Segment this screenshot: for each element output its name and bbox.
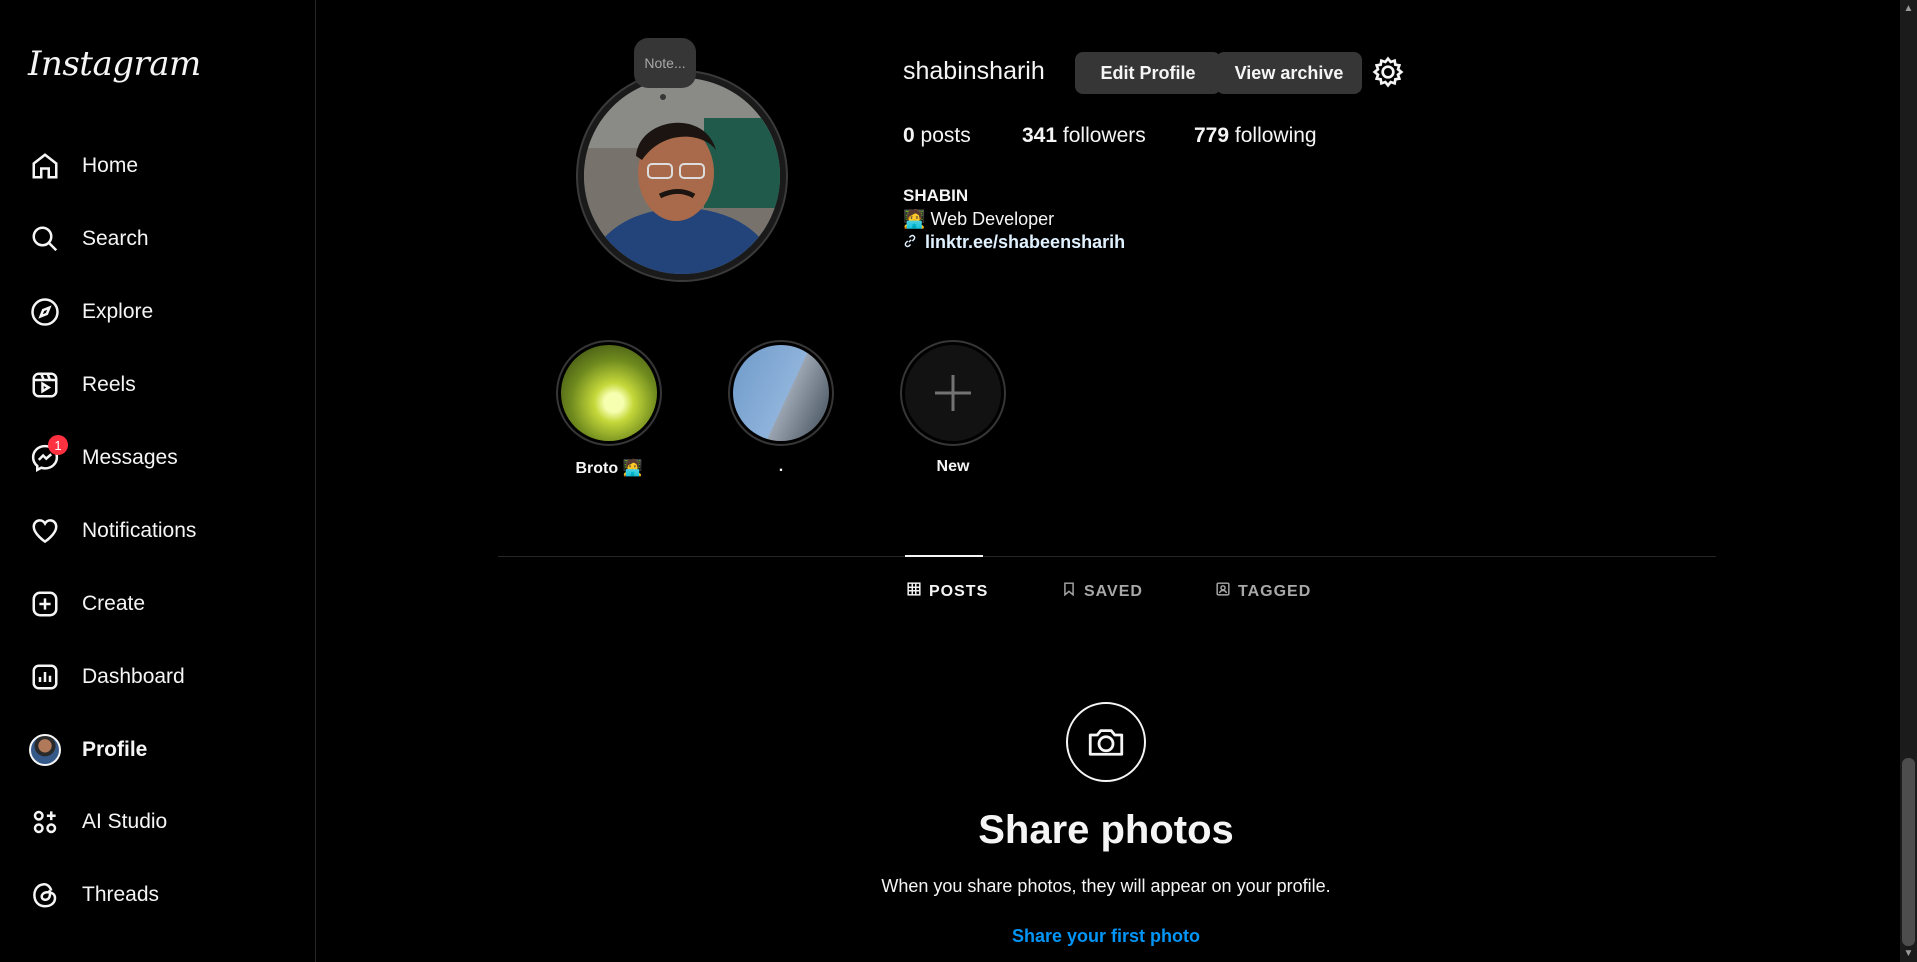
tab-saved[interactable]: SAVED (1062, 582, 1143, 601)
plus-icon (905, 345, 1001, 441)
sidebar-item-ai-studio[interactable]: AI Studio (28, 798, 298, 846)
ai-studio-icon (28, 805, 62, 839)
dashboard-icon (28, 660, 62, 694)
sidebar-item-label: Home (82, 154, 139, 177)
link-icon (903, 232, 917, 253)
compass-icon (28, 295, 62, 329)
highlight-ring (556, 340, 662, 446)
scroll-thumb[interactable] (1902, 758, 1915, 946)
scroll-up-icon[interactable]: ▲ (1903, 3, 1914, 14)
sidebar-item-search[interactable]: Search (28, 215, 298, 263)
posts-stat: 0 posts (903, 124, 971, 148)
sidebar-item-label: Search (82, 227, 149, 250)
profile-avatar[interactable] (576, 70, 788, 282)
scrollbar[interactable]: ▲ ▼ (1900, 0, 1917, 962)
heart-icon (28, 514, 62, 548)
camera-icon (1066, 702, 1146, 782)
plus-square-icon (28, 587, 62, 621)
reels-icon (28, 368, 62, 402)
highlight-ring (728, 340, 834, 446)
note-dot (660, 94, 666, 100)
threads-icon (28, 878, 62, 912)
followers-count: 341 (1022, 124, 1058, 147)
tab-tagged[interactable]: TAGGED (1216, 582, 1311, 601)
sidebar-item-label: Messages (82, 446, 178, 469)
posts-label: posts (920, 124, 971, 147)
empty-state-subtitle: When you share photos, they will appear … (881, 876, 1331, 896)
scroll-down-icon[interactable]: ▼ (1903, 948, 1914, 959)
settings-icon[interactable] (1372, 56, 1404, 88)
sidebar-item-label: Reels (82, 373, 136, 396)
sidebar-item-label: Create (82, 592, 146, 615)
grid-icon (907, 582, 921, 601)
tab-label: SAVED (1084, 582, 1143, 600)
highlight-label: New (936, 458, 970, 475)
sidebar-item-label: Profile (82, 738, 148, 761)
sidebar-item-reels[interactable]: Reels (28, 361, 298, 409)
note-bubble[interactable]: Note... (634, 38, 696, 88)
new-highlight-button[interactable]: New (898, 340, 1008, 476)
sidebar-item-threads[interactable]: Threads (28, 871, 298, 919)
story-highlight[interactable]: . (726, 340, 836, 476)
tab-posts[interactable]: POSTS (907, 582, 988, 601)
sidebar-item-profile[interactable]: Profile (28, 726, 298, 774)
bio-line: 🧑‍💻 Web Developer (903, 209, 1054, 230)
sidebar-item-label: Dashboard (82, 665, 185, 688)
posts-count: 0 (903, 124, 915, 147)
followers-stat[interactable]: 341 followers (1022, 124, 1146, 148)
sidebar-item-create[interactable]: Create (28, 580, 298, 628)
sidebar-item-label: Notifications (82, 519, 197, 542)
highlight-label: . (778, 458, 784, 475)
highlight-label: Broto 🧑‍💻 (575, 460, 643, 477)
avatar (28, 733, 62, 767)
sidebar-item-explore[interactable]: Explore (28, 288, 298, 336)
view-archive-button[interactable]: View archive (1216, 52, 1362, 94)
sidebar-item-messages[interactable]: 1 Messages (28, 434, 298, 482)
sidebar-item-dashboard[interactable]: Dashboard (28, 653, 298, 701)
highlight-ring (900, 340, 1006, 446)
messages-badge: 1 (48, 435, 68, 455)
edit-profile-button[interactable]: Edit Profile (1075, 52, 1221, 94)
share-first-photo-link[interactable]: Share your first photo (956, 926, 1256, 947)
tagged-icon (1216, 582, 1230, 601)
home-icon (28, 149, 62, 183)
followers-label: followers (1062, 124, 1146, 147)
active-tab-indicator (905, 555, 983, 557)
following-count: 779 (1194, 124, 1230, 147)
bio-link-text: linktr.ee/shabeensharih (925, 232, 1126, 252)
tab-label: TAGGED (1238, 582, 1312, 600)
instagram-logo[interactable]: Instagram (28, 44, 201, 84)
bio-link[interactable]: linktr.ee/shabeensharih (903, 232, 1125, 253)
messenger-icon: 1 (28, 435, 68, 475)
sidebar-item-label: AI Studio (82, 810, 168, 833)
profile-photo (584, 78, 780, 274)
bio-text: Web Developer (930, 209, 1055, 229)
sidebar-item-label: Threads (82, 883, 160, 906)
story-highlight[interactable]: Broto 🧑‍💻 (554, 340, 664, 478)
following-label: following (1234, 124, 1317, 147)
following-stat[interactable]: 779 following (1194, 124, 1317, 148)
bio-name: SHABIN (903, 186, 969, 205)
search-icon (28, 222, 62, 256)
sidebar: Instagram Home Search Explore Reels 1 Me… (0, 0, 316, 962)
sidebar-item-label: Explore (82, 300, 154, 323)
bookmark-icon (1062, 582, 1076, 601)
sidebar-item-home[interactable]: Home (28, 142, 298, 190)
sidebar-item-notifications[interactable]: Notifications (28, 507, 298, 555)
username: shabinsharih (903, 57, 1045, 85)
bio-emoji: 🧑‍💻 (903, 209, 926, 229)
tab-label: POSTS (929, 582, 989, 600)
empty-state-title: Share photos (978, 808, 1234, 852)
tabs-divider (498, 556, 1716, 557)
